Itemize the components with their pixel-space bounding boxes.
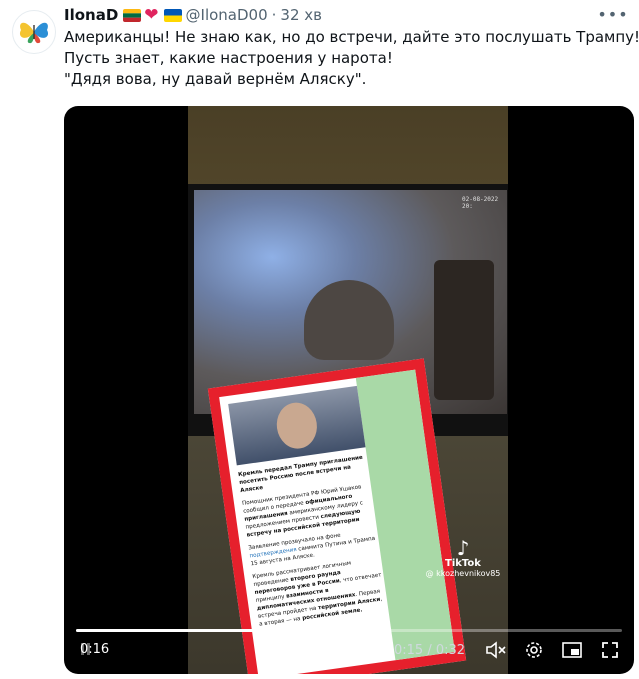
news-text: Кремль передал Трампу приглашение посети… bbox=[237, 454, 383, 628]
elapsed-badge: 0:16 bbox=[74, 639, 116, 660]
more-icon[interactable]: ••• bbox=[597, 2, 627, 26]
video-controls: 0:15 / 0:32 bbox=[394, 637, 623, 663]
tweet-text: Американцы! Не знаю как, но до встречи, … bbox=[64, 27, 639, 90]
progress-fill bbox=[76, 629, 333, 632]
play-time: 0:15 / 0:32 bbox=[394, 642, 466, 658]
tweet-line: Пусть знает, какие настроения у нарота! bbox=[64, 49, 393, 67]
ukraine-flag-icon bbox=[163, 8, 182, 22]
tweet: IlonaD ❤ @IlonaD00 · 32 хв ••• Американц… bbox=[0, 0, 639, 679]
progress-bar[interactable] bbox=[76, 629, 622, 632]
tweet-line: Американцы! Не знаю как, но до встречи, … bbox=[64, 28, 639, 46]
tiktok-watermark: ♪ TikTok @ kkozhevnikov85 bbox=[418, 538, 508, 578]
fullscreen-icon[interactable] bbox=[597, 637, 623, 663]
user-handle[interactable]: @IlonaD00 bbox=[186, 6, 268, 24]
tv-timestamp: 02-08-2022 20: bbox=[462, 196, 499, 210]
news-photo bbox=[228, 385, 366, 466]
video-player[interactable]: 02-08-2022 20: Кремль передал Трампу при… bbox=[64, 106, 634, 674]
pip-icon[interactable] bbox=[559, 637, 585, 663]
volume-muted-icon[interactable] bbox=[483, 637, 509, 663]
user-avatar[interactable] bbox=[12, 10, 56, 54]
separator-dot: · bbox=[271, 6, 277, 24]
butterfly-avatar-icon bbox=[19, 22, 49, 44]
tweet-time[interactable]: 32 хв bbox=[280, 6, 322, 24]
video-frame[interactable]: 02-08-2022 20: Кремль передал Трампу при… bbox=[188, 106, 508, 674]
red-heart-icon: ❤ bbox=[144, 4, 159, 25]
settings-icon[interactable] bbox=[521, 637, 547, 663]
tiktok-icon: ♪ bbox=[456, 536, 470, 560]
news-card: Кремль передал Трампу приглашение посети… bbox=[207, 358, 467, 674]
display-name[interactable]: IlonaD bbox=[64, 6, 118, 24]
lithuania-flag-icon bbox=[123, 8, 142, 22]
tweet-line: "Дядя вова, ну давай вернём Аляску". bbox=[64, 70, 367, 88]
tweet-header: IlonaD ❤ @IlonaD00 · 32 хв bbox=[64, 4, 322, 26]
